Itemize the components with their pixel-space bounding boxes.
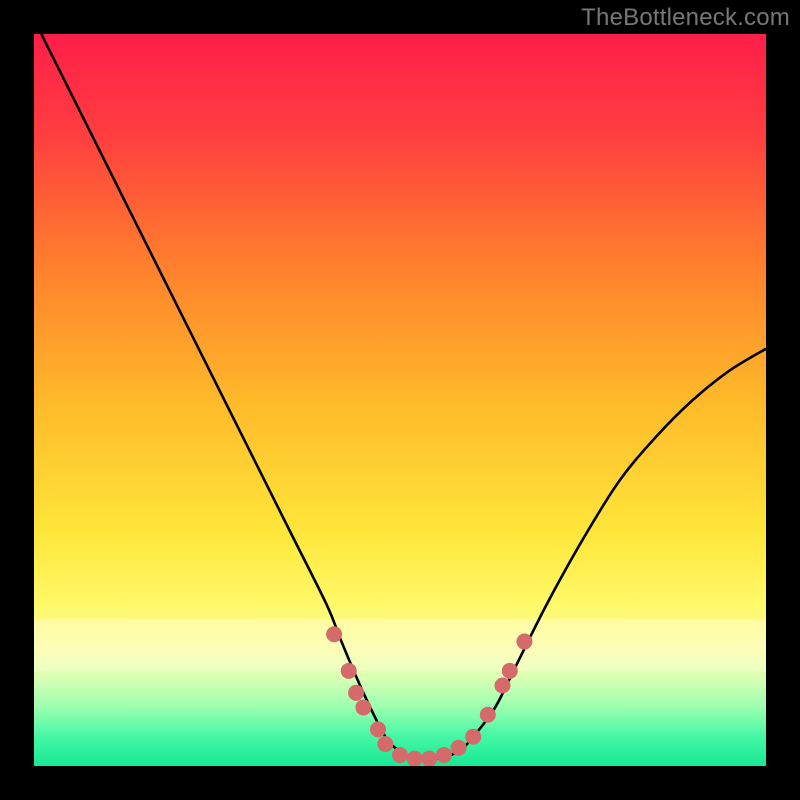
curve-marker-dot (392, 747, 408, 763)
curve-marker-dot (370, 721, 386, 737)
curve-marker-dot (355, 699, 371, 715)
curve-marker-dot (465, 729, 481, 745)
curve-marker-dot (436, 747, 452, 763)
chart-frame: TheBottleneck.com (0, 0, 800, 800)
plot-area (34, 34, 766, 766)
curve-marker-dot (494, 677, 510, 693)
curve-marker-dot (341, 663, 357, 679)
chart-svg (34, 34, 766, 766)
curve-marker-dot (326, 626, 342, 642)
curve-marker-dot (407, 751, 423, 766)
curve-marker-dot (421, 751, 437, 766)
curve-marker-dot (502, 663, 518, 679)
watermark-text: TheBottleneck.com (581, 4, 790, 32)
curve-marker-dot (480, 707, 496, 723)
curve-marker-dot (348, 685, 364, 701)
curve-marker-dot (377, 736, 393, 752)
curve-marker-dot (516, 634, 532, 650)
curve-marker-dot (451, 740, 467, 756)
chart-hazy-band (34, 620, 766, 671)
